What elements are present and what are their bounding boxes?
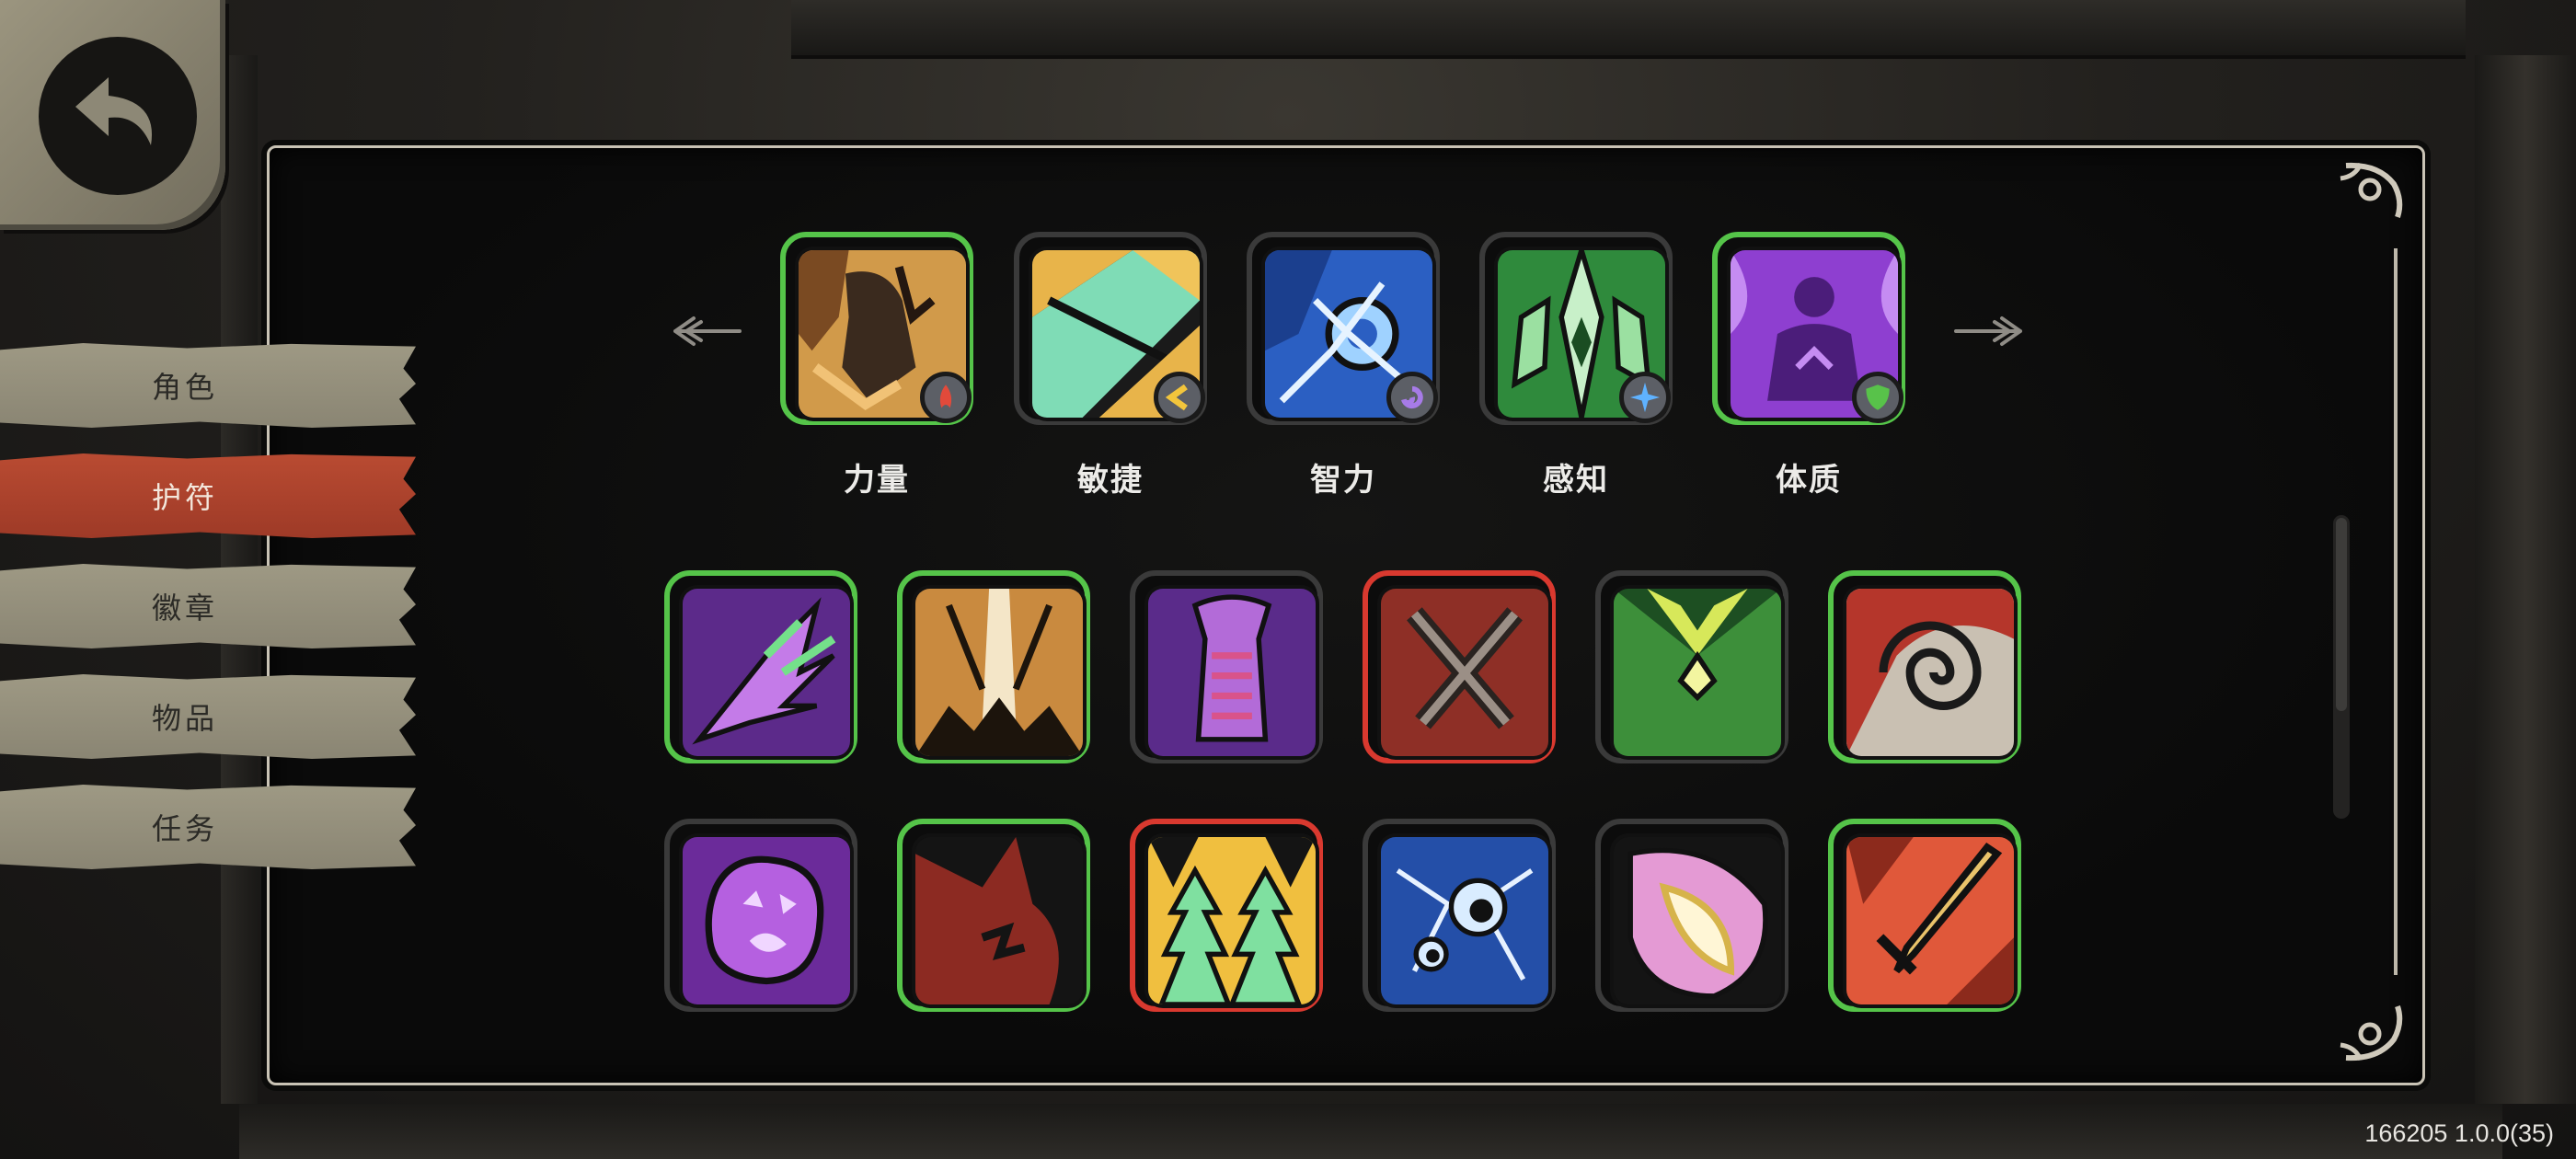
version-label: 166205 1.0.0(35) <box>2364 1119 2554 1147</box>
amulet-slot[interactable] <box>1130 570 1323 763</box>
scrollbar-thumb[interactable] <box>2336 518 2347 711</box>
flaming-sword-amulet-icon <box>1846 837 2014 1004</box>
sidebar-tab-character[interactable]: 角色 <box>0 343 416 428</box>
red-beast-amulet-icon <box>915 837 1083 1004</box>
back-arrow-icon <box>75 77 153 145</box>
crossed-swords-amulet-icon <box>1381 589 1548 756</box>
frame-bottom-ridge <box>239 1104 2502 1159</box>
back-button[interactable] <box>0 0 225 230</box>
blue-eyes-amulet-icon <box>1381 837 1548 1004</box>
amulet-slot[interactable] <box>1828 819 2021 1012</box>
sidebar-tab-label: 物品 <box>151 702 218 735</box>
attribute-card-constitution[interactable] <box>1712 232 1905 425</box>
sidebar-tab-quests[interactable]: 任务 <box>0 785 416 869</box>
amulet-slot[interactable] <box>1363 570 1556 763</box>
frame-top-ridge <box>791 0 2466 59</box>
green-shield-badge-icon <box>1852 372 1903 423</box>
attribute-label-perception: 感知 <box>1543 463 1609 498</box>
attribute-card-perception[interactable] <box>1479 232 1673 425</box>
amulet-slot[interactable] <box>1363 819 1556 1012</box>
blue-star-badge-icon <box>1619 372 1671 423</box>
amulet-slot[interactable] <box>664 819 857 1012</box>
attribute-label-agility: 敏捷 <box>1077 463 1144 498</box>
amulet-slot[interactable] <box>1595 819 1788 1012</box>
pink-eye-amulet-icon <box>1614 837 1781 1004</box>
purple-claw-amulet-icon <box>683 589 850 756</box>
attribute-label-strength: 力量 <box>844 463 910 498</box>
sidebar-tab-label: 角色 <box>151 371 218 404</box>
purple-blob-amulet-icon <box>683 837 850 1004</box>
amulet-slot[interactable] <box>664 570 857 763</box>
green-arrows-amulet-icon <box>1148 837 1316 1004</box>
sidebar-tab-label: 任务 <box>151 812 218 845</box>
attribute-label-intelligence: 智力 <box>1310 463 1376 498</box>
red-flame-badge-icon <box>920 372 972 423</box>
corner-ornament-bottom-icon <box>2340 1005 2403 1061</box>
amulet-slot[interactable] <box>1595 570 1788 763</box>
sidebar-tab-label: 护符 <box>151 481 218 514</box>
purple-swirl-badge-icon <box>1386 372 1438 423</box>
sidebar-tab-badge[interactable]: 徽章 <box>0 564 416 648</box>
corner-ornament-top-icon <box>2340 162 2403 218</box>
panel-right-rail <box>2394 248 2398 975</box>
attribute-card-strength[interactable] <box>780 232 973 425</box>
attribute-card-agility[interactable] <box>1014 232 1207 425</box>
back-button-circle <box>39 37 197 195</box>
red-spiral-amulet-icon <box>1846 589 2014 756</box>
attribute-label-constitution: 体质 <box>1776 463 1842 498</box>
sidebar-tab-items[interactable]: 物品 <box>0 674 416 759</box>
golden-eruption-amulet-icon <box>915 589 1083 756</box>
left-arrow-icon[interactable] <box>670 311 743 351</box>
sidebar-tab-label: 徽章 <box>151 591 218 625</box>
amulet-slot[interactable] <box>897 819 1090 1012</box>
amulet-slot[interactable] <box>1130 819 1323 1012</box>
yellow-chevron-badge-icon <box>1154 372 1205 423</box>
purple-spine-amulet-icon <box>1148 589 1316 756</box>
right-arrow-icon[interactable] <box>1952 311 2026 351</box>
sidebar-tab-amulet[interactable]: 护符 <box>0 453 416 538</box>
attribute-card-intelligence[interactable] <box>1247 232 1440 425</box>
green-mantle-amulet-icon <box>1614 589 1781 756</box>
amulet-slot[interactable] <box>897 570 1090 763</box>
frame-right-ridge <box>2475 55 2576 1104</box>
amulet-slot[interactable] <box>1828 570 2021 763</box>
